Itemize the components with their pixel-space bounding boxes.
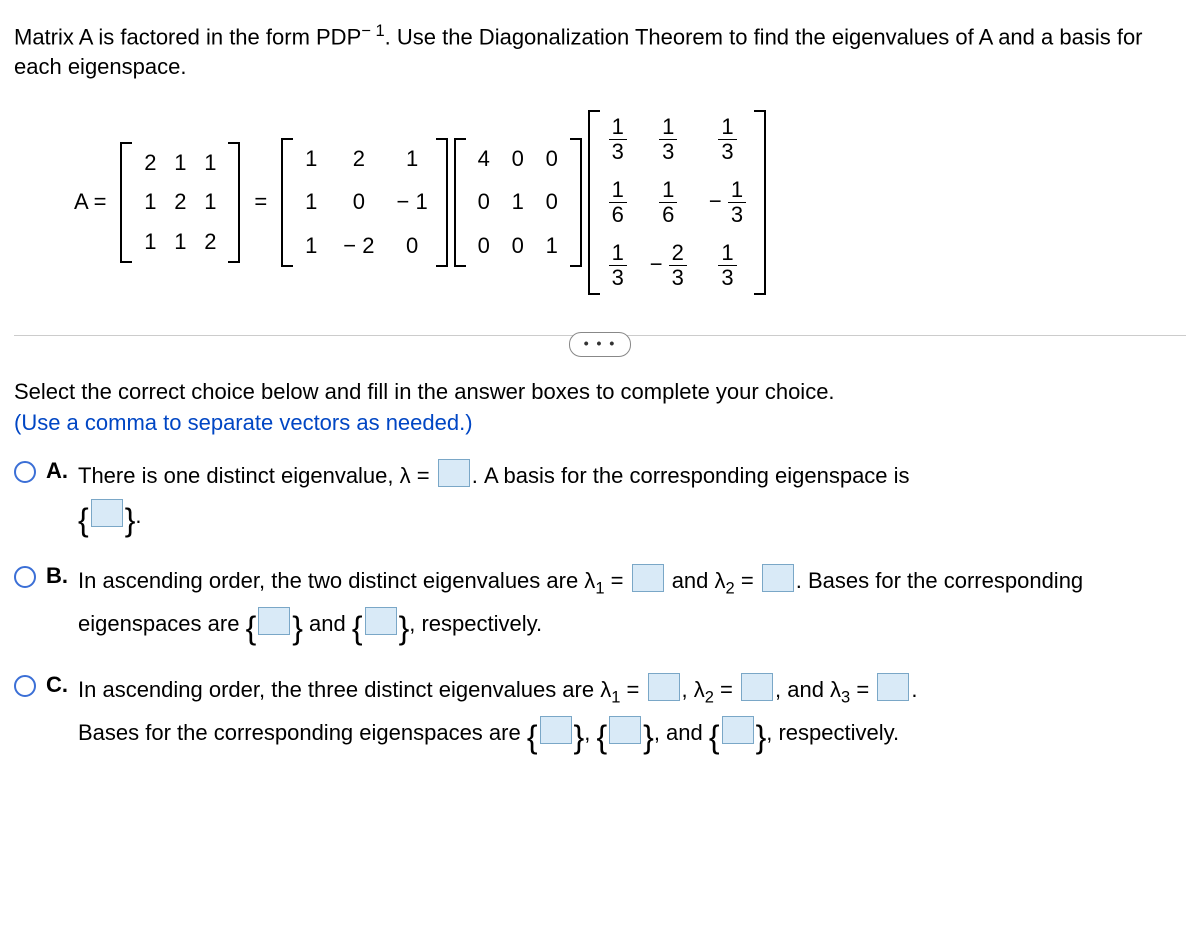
choice-B-row: B. In ascending order, the two distinct …	[14, 561, 1186, 644]
intro-text-1: Matrix A is factored in the form PDP	[14, 24, 361, 49]
matrix-equation: A = 211121112 = 12110− 11− 20 400010001 …	[74, 110, 1186, 295]
matrix-cell: 1	[200, 187, 220, 217]
matrix-P-inverse: 13 13 13 16 16 − 13 13 − 23 13	[588, 110, 766, 295]
matrix-cell: 1	[542, 231, 562, 261]
matrix-cell: 0	[474, 187, 494, 217]
choice-prompt: Select the correct choice below and fill…	[14, 377, 1186, 407]
matrix-cell: 1	[301, 187, 321, 217]
choice-C-label: C.	[46, 670, 68, 700]
matrix-cell: 1	[200, 148, 220, 178]
equation-lhs: A =	[74, 187, 106, 217]
matrix-cell: 0	[542, 144, 562, 174]
matrix-cell: 0	[396, 231, 427, 261]
matrix-cell: − 13	[709, 179, 746, 226]
choice-C-body: In ascending order, the three distinct e…	[78, 670, 1186, 753]
matrix-cell: 0	[343, 187, 374, 217]
input-A-basis[interactable]	[91, 499, 123, 527]
matrix-cell: 16	[608, 179, 628, 226]
matrix-cell: 2	[200, 227, 220, 257]
choice-A-body: There is one distinct eigenvalue, λ = . …	[78, 456, 1186, 535]
input-C-basis1[interactable]	[540, 716, 572, 744]
matrix-cell: 1	[170, 148, 190, 178]
input-B-lambda2[interactable]	[762, 564, 794, 592]
input-C-basis2[interactable]	[609, 716, 641, 744]
matrix-cell: − 23	[650, 242, 687, 289]
matrix-cell: 0	[508, 144, 528, 174]
matrix-cell: 13	[608, 116, 628, 163]
choice-hint: (Use a comma to separate vectors as need…	[14, 408, 1186, 438]
input-B-basis2[interactable]	[365, 607, 397, 635]
exponent: − 1	[361, 22, 384, 40]
matrix-cell: 2	[140, 148, 160, 178]
choice-B-label: B.	[46, 561, 68, 591]
input-C-lambda3[interactable]	[877, 673, 909, 701]
input-C-lambda2[interactable]	[741, 673, 773, 701]
problem-statement: Matrix A is factored in the form PDP− 1.…	[14, 20, 1186, 82]
equals-sign: =	[254, 187, 267, 217]
matrix-cell: 13	[650, 116, 687, 163]
matrix-cell: 0	[474, 231, 494, 261]
input-B-lambda1[interactable]	[632, 564, 664, 592]
matrix-cell: 1	[140, 187, 160, 217]
matrix-cell: 13	[608, 242, 628, 289]
choice-C-row: C. In ascending order, the three distinc…	[14, 670, 1186, 753]
input-C-basis3[interactable]	[722, 716, 754, 744]
radio-B[interactable]	[14, 566, 36, 588]
input-C-lambda1[interactable]	[648, 673, 680, 701]
matrix-cell: 2	[343, 144, 374, 174]
matrix-cell: 4	[474, 144, 494, 174]
matrix-cell: 0	[542, 187, 562, 217]
matrix-cell: 1	[301, 231, 321, 261]
choice-B-body: In ascending order, the two distinct eig…	[78, 561, 1186, 644]
matrix-cell: 13	[709, 116, 746, 163]
matrix-cell: 1	[170, 227, 190, 257]
matrix-cell: − 1	[396, 187, 427, 217]
matrix-cell: 1	[396, 144, 427, 174]
input-A-lambda[interactable]	[438, 459, 470, 487]
matrix-P: 12110− 11− 20	[281, 138, 447, 267]
matrix-cell: 13	[709, 242, 746, 289]
matrix-cell: 0	[508, 231, 528, 261]
radio-C[interactable]	[14, 675, 36, 697]
input-B-basis1[interactable]	[258, 607, 290, 635]
matrix-A: 211121112	[120, 142, 240, 263]
matrix-cell: 2	[170, 187, 190, 217]
matrix-cell: − 2	[343, 231, 374, 261]
matrix-cell: 16	[650, 179, 687, 226]
matrix-cell: 1	[508, 187, 528, 217]
choice-A-row: A. There is one distinct eigenvalue, λ =…	[14, 456, 1186, 535]
matrix-cell: 1	[140, 227, 160, 257]
radio-A[interactable]	[14, 461, 36, 483]
choice-A-label: A.	[46, 456, 68, 486]
expand-indicator[interactable]: • • •	[14, 326, 1186, 357]
matrix-cell: 1	[301, 144, 321, 174]
matrix-D: 400010001	[454, 138, 582, 267]
